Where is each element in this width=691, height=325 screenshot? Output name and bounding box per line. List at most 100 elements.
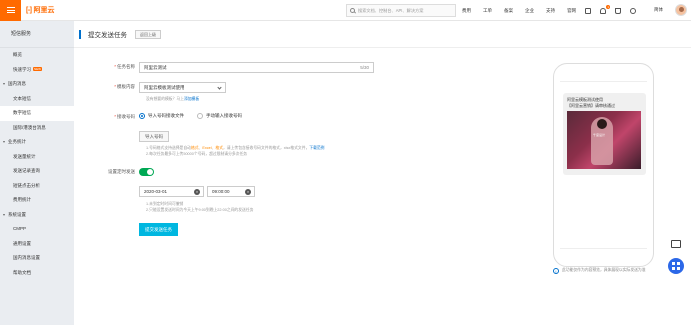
receiver-label: *接收号码 [114, 114, 135, 119]
sidebar-item-system-settings[interactable]: 系统设置 [0, 208, 74, 223]
time-value: 09:00:00 [212, 189, 230, 194]
import-numbers-button[interactable]: 导入号码 [139, 131, 169, 142]
page-title: 提交发送任务 [88, 32, 127, 39]
date-value: 2020-03-01 [144, 189, 168, 194]
sidebar-item-label: 文本短信 [13, 95, 31, 101]
sidebar-item-label: 数字短信 [13, 110, 31, 115]
template-value: 阿里云模板测试使用 [144, 84, 185, 90]
sidebar-item-label: 发送量统计 [13, 153, 36, 159]
sidebar-item-label: 系统设置 [8, 211, 26, 217]
template-label: *模板内容 [114, 84, 135, 89]
date-input[interactable]: 2020-03-01 × [139, 186, 204, 197]
radio-manual-input[interactable]: 手动输入接收号码 [197, 113, 242, 119]
sidebar-item-label: 国内消息设置 [13, 255, 40, 260]
sidebar-item-business-stats[interactable]: 业务统计 [0, 135, 74, 150]
brand-logo[interactable]: [-] 阿里云 [26, 5, 55, 15]
menu-icon[interactable] [0, 0, 21, 21]
sidebar-item-send-volume-stats[interactable]: 发送量统计 [0, 150, 74, 165]
nav-website[interactable]: 官网 [567, 8, 576, 14]
task-name-label: *任务名称 [114, 64, 135, 69]
sidebar-item-label: 国际/港澳台消息 [13, 124, 46, 130]
sidebar-item-label: 费用统计 [13, 197, 31, 202]
clear-icon[interactable]: × [194, 189, 200, 195]
sidebar-item-label: 发送记录查询 [13, 168, 40, 173]
radio-import-file[interactable]: 导入号码接收文件 [139, 113, 184, 119]
preview-note: i 此功能仅作为内容预览，具体展现以实际发送为准 [553, 268, 663, 274]
message-bubble: 阿里云模板测试使用 【阿里云营销】请审核通过 千度设计 [563, 93, 646, 175]
sidebar-item-help-docs[interactable]: 帮助文档 [0, 266, 74, 281]
download-sample-link[interactable]: 下载范例 [309, 146, 324, 150]
notification-badge: 1 [606, 4, 610, 9]
time-input[interactable]: 09:00:00 × [207, 186, 255, 197]
sidebar-item-domestic-messages[interactable]: 国内消息 [0, 77, 74, 92]
sidebar-item-label: 业务统计 [8, 139, 26, 144]
radio-unchecked-icon [197, 113, 203, 119]
chat-icon[interactable] [671, 240, 681, 248]
aliyun-logo-icon: [-] [26, 6, 32, 14]
nav-fees[interactable]: 费用 [462, 8, 471, 14]
sidebar-item-label: CMPP [13, 226, 27, 231]
sidebar-item-short-link-analysis[interactable]: 短链点击分析 [0, 179, 74, 194]
task-name-input[interactable]: 阿里云测试 5/30 [139, 62, 374, 73]
sidebar-item-send-record-query[interactable]: 发送记录查询 [0, 164, 74, 179]
sidebar-item-cmpp[interactable]: CMPP [0, 222, 74, 237]
radio-import-label: 导入号码接收文件 [148, 113, 184, 118]
search-input[interactable]: 搜索文档、控制台、API、解决方案 [346, 4, 456, 17]
nav-enterprise[interactable]: 企业 [525, 8, 534, 14]
task-name-value: 阿里云测试 [144, 64, 167, 70]
title-accent-bar [79, 29, 81, 39]
page-header: 提交发送任务 返回上级 [74, 21, 691, 48]
chevron-down-icon [217, 85, 222, 90]
nav-filing[interactable]: 备案 [504, 8, 513, 14]
sidebar-item-label: 帮助文档 [13, 269, 31, 275]
task-name-count: 5/30 [360, 65, 369, 70]
schedule-label: 设置定时发送 [108, 169, 135, 174]
language-label[interactable]: 简体 [654, 7, 663, 13]
bell-icon[interactable]: 1 [600, 4, 610, 14]
sidebar-item-label: 概览 [13, 52, 22, 57]
screen-icon[interactable] [585, 7, 591, 14]
message-text: 阿里云模板测试使用 【阿里云营销】请审核通过 [567, 97, 615, 108]
sidebar-item-general-settings[interactable]: 通用设置 [0, 237, 74, 252]
schedule-toggle[interactable] [139, 168, 154, 176]
nav-support[interactable]: 支持 [546, 8, 555, 14]
top-icons: 1 [585, 0, 636, 21]
sidebar-item-domestic-settings[interactable]: 国内消息设置 [0, 251, 74, 266]
sidebar-item-text-sms[interactable]: 文本短信 [0, 92, 74, 107]
sidebar-item-quick-learn[interactable]: 快速学习 NEW [0, 63, 74, 78]
radio-manual-label: 手动输入接收号码 [206, 113, 242, 118]
brand-name: 阿里云 [33, 7, 55, 14]
help-icon[interactable] [630, 7, 636, 14]
sidebar-item-cost-stats[interactable]: 费用统计 [0, 193, 74, 208]
image-label: 千度设计 [593, 133, 606, 137]
preview-note-text: 此功能仅作为内容预览，具体展现以实际发送为准 [562, 268, 646, 272]
add-template-link[interactable]: 添加模板 [184, 97, 199, 101]
sidebar-item-label: 国内消息 [8, 81, 26, 86]
sidebar-item-label: 短链点击分析 [13, 182, 40, 188]
sidebar-item-international-messages[interactable]: 国际/港澳台消息 [0, 121, 74, 136]
radio-checked-icon [139, 113, 145, 119]
clear-icon[interactable]: × [245, 189, 251, 195]
search-icon [350, 8, 355, 13]
sidebar-item-label: 快速学习 [13, 66, 31, 72]
apps-grid-icon[interactable] [668, 258, 684, 274]
message-image: 千度设计 [567, 111, 641, 169]
cart-icon[interactable] [615, 7, 621, 14]
search-placeholder: 搜索文档、控制台、API、解决方案 [358, 7, 424, 13]
nav-tickets[interactable]: 工单 [483, 8, 492, 14]
sidebar-title: 短信服务 [0, 21, 74, 48]
back-button[interactable]: 返回上级 [135, 29, 161, 39]
new-badge: NEW [33, 67, 42, 72]
avatar[interactable] [675, 4, 687, 16]
sidebar-item-digital-sms[interactable]: 数字短信 [0, 106, 74, 121]
template-select[interactable]: 阿里云模板测试使用 [139, 82, 226, 93]
top-nav: 费用 工单 备案 企业 支持 官网 [462, 0, 588, 21]
schedule-hint-2: 2.只能设置发送时间为今天上午9:00到晚上22:00之间的发送任务 [146, 208, 254, 212]
sidebar-item-label: 通用设置 [13, 240, 31, 246]
sidebar-item-overview[interactable]: 概览 [0, 48, 74, 63]
submit-task-button[interactable]: 提交发送任务 [139, 223, 178, 236]
template-hint: 没有想要的模板？马上添加模板 [146, 97, 200, 101]
receiver-hint-2: 2.每次任务最多可上传50000个号码，超过限制请分多次任务 [146, 152, 248, 156]
sidebar: 短信服务 概览快速学习 NEW 国内消息文本短信数字短信国际/港澳台消息业务统计发送… [0, 21, 74, 325]
info-icon: i [553, 268, 559, 274]
